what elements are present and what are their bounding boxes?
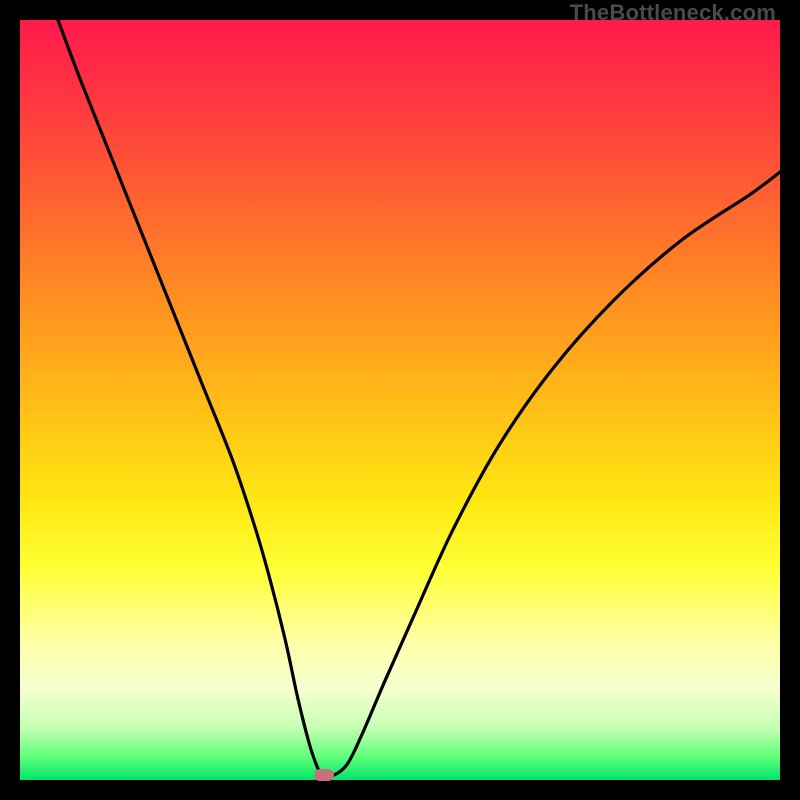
watermark-text: TheBottleneck.com xyxy=(570,0,776,26)
bottleneck-curve-path xyxy=(58,20,780,778)
curve-layer xyxy=(20,20,780,780)
plot-area xyxy=(20,20,780,780)
min-point-marker xyxy=(314,769,334,781)
chart-frame: TheBottleneck.com xyxy=(0,0,800,800)
